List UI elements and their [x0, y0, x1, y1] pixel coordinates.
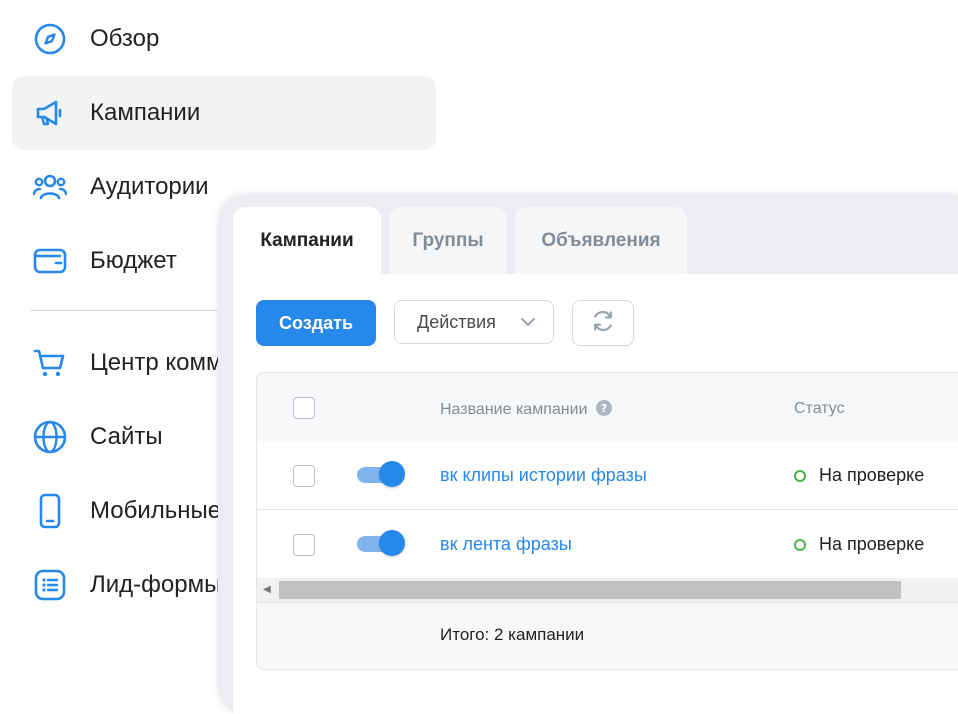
tab-campaigns[interactable]: Кампании	[233, 207, 381, 274]
cart-icon	[32, 345, 68, 381]
globe-icon	[32, 419, 68, 455]
tab-ads[interactable]: Объявления	[515, 207, 687, 274]
campaign-link[interactable]: вк клипы истории фразы	[440, 465, 647, 486]
chevron-down-icon	[519, 313, 537, 336]
select-all-checkbox[interactable]	[293, 397, 315, 419]
sidebar-item-label: Лид-формы	[90, 571, 222, 598]
users-icon	[32, 169, 68, 205]
status-dot-icon	[794, 538, 806, 551]
phone-icon	[32, 493, 68, 529]
create-button[interactable]: Создать	[256, 300, 376, 346]
table-header: Название кампании ? Статус	[257, 373, 958, 442]
sidebar-item-label: Аудитории	[90, 173, 209, 200]
sidebar-item-campaigns[interactable]: Кампании	[12, 76, 436, 150]
panel-body: Создать Действия Название кампании ? Ста…	[233, 274, 958, 714]
table-row: вк лента фразы На проверке	[257, 510, 958, 579]
horizontal-scrollbar[interactable]: ◀	[257, 578, 958, 603]
table-footer: Итого: 2 кампании	[257, 603, 958, 669]
sidebar-item-label: Обзор	[90, 25, 160, 52]
actions-dropdown[interactable]: Действия	[394, 300, 554, 344]
campaign-toggle[interactable]	[357, 461, 405, 487]
status-badge: На проверке	[794, 465, 924, 486]
sidebar-item-label: Бюджет	[90, 247, 177, 274]
list-icon	[32, 567, 68, 603]
refresh-button[interactable]	[572, 300, 634, 346]
scrollbar-thumb[interactable]	[279, 581, 901, 599]
actions-label: Действия	[417, 311, 496, 332]
sidebar-item-label: Центр комм	[90, 349, 223, 376]
total-count: Итого: 2 кампании	[440, 625, 585, 644]
table-row: вк клипы истории фразы На проверке	[257, 441, 958, 510]
sidebar-item-label: Сайты	[90, 423, 163, 450]
svg-text:?: ?	[601, 402, 607, 415]
campaign-toggle[interactable]	[357, 530, 405, 556]
megaphone-icon	[32, 95, 68, 131]
status-badge: На проверке	[794, 534, 924, 555]
refresh-icon	[590, 308, 616, 339]
tab-groups[interactable]: Группы	[389, 207, 507, 274]
wallet-icon	[32, 243, 68, 279]
help-icon[interactable]: ?	[595, 400, 612, 416]
compass-icon	[32, 21, 68, 57]
campaigns-table: Название кампании ? Статус вк клипы исто…	[256, 372, 958, 670]
column-header-name: Название кампании ?	[440, 400, 612, 419]
status-dot-icon	[794, 469, 806, 482]
sidebar-item-overview[interactable]: Обзор	[12, 2, 436, 76]
row-checkbox[interactable]	[293, 534, 315, 556]
tab-bar: Кампании Группы Объявления	[233, 207, 695, 274]
row-checkbox[interactable]	[293, 465, 315, 487]
scroll-left-arrow-icon[interactable]: ◀	[263, 584, 271, 595]
campaigns-panel: Кампании Группы Объявления Создать Дейст…	[218, 194, 958, 714]
sidebar-item-label: Мобильные	[90, 497, 222, 524]
column-header-status: Статус	[794, 400, 845, 417]
campaign-link[interactable]: вк лента фразы	[440, 534, 572, 555]
sidebar-item-label: Кампании	[90, 99, 201, 126]
